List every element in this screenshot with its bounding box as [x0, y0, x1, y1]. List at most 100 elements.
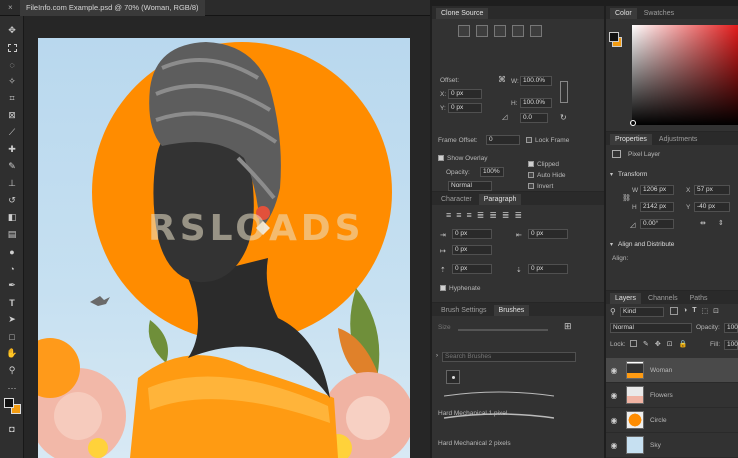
filter-smart-icon[interactable]: ⊡	[713, 307, 719, 315]
move-tool-icon[interactable]: ✥	[0, 22, 24, 39]
prop-angle-input[interactable]: 0.00°	[640, 219, 674, 229]
rotation-input[interactable]: 0.0	[520, 113, 548, 123]
color-swatches[interactable]	[0, 396, 23, 420]
align-center-icon[interactable]: ≡	[456, 210, 461, 221]
brush-size-slider[interactable]	[458, 329, 548, 331]
visibility-eye-icon[interactable]: ◉	[606, 441, 622, 450]
overlay-blend-select[interactable]: Normal	[448, 181, 492, 191]
dodge-tool-icon[interactable]: ◔	[0, 260, 24, 277]
justify-last-left-icon[interactable]: ≣	[477, 210, 485, 221]
clipped-checkbox[interactable]	[528, 161, 534, 167]
lock-all-icon[interactable]: 🔒	[679, 340, 688, 348]
brush-preset-round[interactable]	[446, 370, 460, 384]
reset-transform-icon[interactable]: ↻	[560, 113, 567, 122]
flip-horizontal-icon[interactable]: ⇹	[700, 219, 706, 227]
clone-source-1-icon[interactable]	[458, 25, 470, 37]
link-dimensions-icon[interactable]: ⛓	[622, 194, 631, 202]
transform-chevron-icon[interactable]: ▾	[610, 171, 613, 178]
foreground-color-swatch[interactable]	[4, 398, 14, 408]
filter-pixel-icon[interactable]	[670, 307, 678, 315]
tab-brush-settings[interactable]: Brush Settings	[436, 305, 492, 316]
more-tools-icon[interactable]: ···	[0, 379, 24, 396]
tab-brushes[interactable]: Brushes	[493, 305, 530, 316]
lock-transparent-icon[interactable]	[630, 340, 637, 347]
space-after-input[interactable]: 0 px	[528, 264, 568, 274]
brush-item-1[interactable]: Hard Mechanical 1 pixel	[438, 410, 507, 417]
tab-swatches[interactable]: Swatches	[639, 8, 679, 19]
tab-color[interactable]: Color	[610, 8, 637, 19]
constrain-link-icon[interactable]	[560, 81, 568, 103]
marquee-tool-icon[interactable]	[0, 39, 24, 56]
lock-artboard-icon[interactable]: ⊡	[667, 340, 673, 348]
tab-paths[interactable]: Paths	[685, 293, 713, 304]
search-brushes-input[interactable]: Search Brushes	[442, 352, 576, 362]
visibility-eye-icon[interactable]: ◉	[606, 416, 622, 425]
filter-type-icon[interactable]: T	[692, 307, 696, 315]
color-fg-swatch[interactable]	[609, 32, 619, 42]
lock-paint-icon[interactable]: ✎	[643, 340, 649, 348]
invert-checkbox[interactable]	[528, 183, 534, 189]
show-overlay-checkbox[interactable]	[438, 155, 444, 161]
blur-tool-icon[interactable]: ●	[0, 243, 24, 260]
magic-wand-icon[interactable]: ✧	[0, 73, 24, 90]
shape-tool-icon[interactable]: □	[0, 328, 24, 345]
tab-properties[interactable]: Properties	[610, 134, 652, 145]
height-scale-input[interactable]: 100.0%	[520, 98, 552, 108]
align-left-icon[interactable]: ≡	[446, 210, 451, 221]
type-tool-icon[interactable]: T	[0, 294, 24, 311]
history-brush-icon[interactable]: ↺	[0, 192, 24, 209]
indent-right-input[interactable]: 0 px	[528, 229, 568, 239]
new-brush-icon[interactable]: ⊞	[564, 321, 572, 332]
prop-y-input[interactable]: -40 px	[694, 202, 730, 212]
flip-vertical-icon[interactable]: ⇕	[718, 219, 724, 227]
layer-blend-select[interactable]: Normal	[610, 323, 692, 333]
prop-width-input[interactable]: 1206 px	[640, 185, 674, 195]
visibility-eye-icon[interactable]: ◉	[606, 391, 622, 400]
tab-layers[interactable]: Layers	[610, 293, 642, 304]
indent-left-input[interactable]: 0 px	[452, 229, 492, 239]
document-tab[interactable]: FileInfo.com Example.psd @ 70% (Woman, R…	[20, 0, 205, 16]
hand-tool-icon[interactable]: ✋	[0, 345, 24, 362]
clone-stamp-icon[interactable]: ⊥	[0, 175, 24, 192]
path-select-icon[interactable]: ➤	[0, 311, 24, 328]
close-tab-icon[interactable]: ×	[8, 3, 13, 12]
tab-clone-source[interactable]: Clone Source	[436, 8, 489, 19]
zoom-tool-icon[interactable]: ⚲	[0, 362, 24, 379]
visibility-eye-icon[interactable]: ◉	[606, 366, 622, 375]
eraser-icon[interactable]: ◧	[0, 209, 24, 226]
fill-input[interactable]: 100	[724, 340, 738, 350]
layer-row-sky[interactable]: ◉ Sky	[606, 433, 738, 458]
prop-x-input[interactable]: 57 px	[694, 185, 730, 195]
tab-character[interactable]: Character	[436, 194, 477, 205]
eyedropper-icon[interactable]: ⟋	[0, 124, 24, 141]
auto-hide-checkbox[interactable]	[528, 172, 534, 178]
pen-tool-icon[interactable]: ✒	[0, 277, 24, 294]
hyphenate-checkbox[interactable]	[440, 285, 446, 291]
justify-last-right-icon[interactable]: ≣	[502, 210, 510, 221]
layer-row-flowers[interactable]: ◉ Flowers	[606, 383, 738, 408]
healing-brush-icon[interactable]: ✚	[0, 141, 24, 158]
lasso-tool-icon[interactable]: ◌	[0, 56, 24, 73]
prop-height-input[interactable]: 2142 px	[640, 202, 674, 212]
align-right-icon[interactable]: ≡	[467, 210, 472, 221]
clone-source-4-icon[interactable]	[512, 25, 524, 37]
layer-opacity-input[interactable]: 100	[724, 323, 738, 333]
tab-channels[interactable]: Channels	[643, 293, 683, 304]
filter-shape-icon[interactable]: ⬚	[702, 307, 709, 315]
quick-mask-icon[interactable]: ◘	[0, 420, 24, 437]
clone-source-2-icon[interactable]	[476, 25, 488, 37]
tab-paragraph[interactable]: Paragraph	[478, 194, 522, 205]
lock-position-icon[interactable]: ✥	[655, 340, 661, 348]
offset-y-input[interactable]: 0 px	[448, 103, 482, 113]
color-picker-cursor-icon[interactable]	[630, 120, 636, 126]
layer-row-woman[interactable]: ◉ Woman	[606, 358, 738, 383]
link-icon[interactable]: ⌘	[498, 75, 506, 84]
brushes-chevron-icon[interactable]: ›	[436, 353, 438, 359]
frame-tool-icon[interactable]: ⊠	[0, 107, 24, 124]
overlay-opacity-input[interactable]: 100%	[480, 167, 504, 177]
indent-first-line-input[interactable]: 0 px	[452, 245, 492, 255]
space-before-input[interactable]: 0 px	[452, 264, 492, 274]
justify-last-center-icon[interactable]: ≣	[489, 210, 497, 221]
width-scale-input[interactable]: 100.0%	[520, 76, 552, 86]
lock-frame-checkbox[interactable]	[526, 137, 532, 143]
